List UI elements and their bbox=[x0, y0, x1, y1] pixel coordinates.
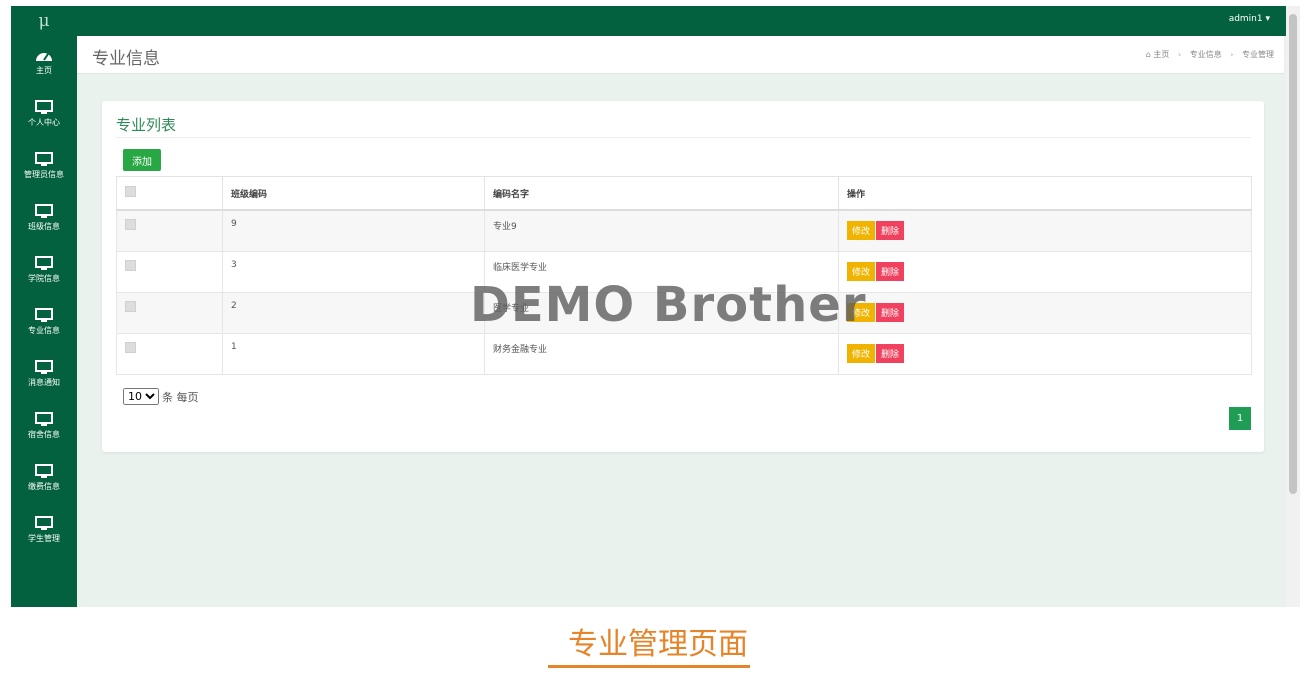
monitor-icon bbox=[35, 516, 53, 530]
column-header: 班级编码 bbox=[222, 176, 485, 211]
monitor-icon bbox=[35, 308, 53, 322]
monitor-icon bbox=[35, 152, 53, 166]
sidebar-item-notice[interactable]: 消息通知 bbox=[11, 348, 77, 400]
sidebar-item-fee[interactable]: 缴费信息 bbox=[11, 452, 77, 504]
actions-cell: 修改 删除 bbox=[838, 291, 1252, 334]
top-bar: admin1 ▾ bbox=[77, 6, 1300, 36]
sidebar-item-label: 管理员信息 bbox=[24, 170, 64, 179]
row-select-cell bbox=[116, 209, 223, 252]
monitor-icon bbox=[35, 464, 53, 478]
card-title: 专业列表 bbox=[116, 116, 177, 134]
page-size-select[interactable]: 10 bbox=[123, 388, 159, 405]
sidebar-item-label: 学院信息 bbox=[28, 274, 60, 283]
table-row: 1 财务金融专业 修改 删除 bbox=[116, 332, 1252, 375]
code-cell: 3 bbox=[222, 250, 485, 293]
sidebar-item-label: 主页 bbox=[36, 66, 52, 75]
major-table: 班级编码 编码名字 操作 9 专业9 修改 删除 3 临床医学专业 修改 删除 2 … bbox=[116, 176, 1252, 375]
home-icon: ⌂ bbox=[1145, 50, 1151, 59]
row-select-cell bbox=[116, 332, 223, 375]
delete-button[interactable]: 删除 bbox=[876, 302, 905, 322]
delete-button[interactable]: 删除 bbox=[876, 343, 905, 363]
row-select-cell bbox=[116, 250, 223, 293]
breadcrumb: ⌂ 主页 › 专业信息 › 专业管理 bbox=[1146, 49, 1274, 60]
sidebar-item-college[interactable]: 学院信息 bbox=[11, 244, 77, 296]
column-header: 操作 bbox=[838, 176, 1252, 211]
sidebar-item-label: 宿舍信息 bbox=[28, 430, 60, 439]
watermark: DEMO Brother bbox=[470, 277, 867, 333]
name-cell: 专业9 bbox=[484, 209, 839, 252]
user-menu[interactable]: admin1 ▾ bbox=[1229, 14, 1270, 24]
actions-cell: 修改 删除 bbox=[838, 332, 1252, 375]
breadcrumb-separator: › bbox=[1230, 50, 1234, 59]
sidebar-item-admin[interactable]: 管理员信息 bbox=[11, 140, 77, 192]
breadcrumb-home[interactable]: 主页 bbox=[1153, 50, 1169, 59]
sidebar-item-label: 专业信息 bbox=[28, 326, 60, 335]
code-cell: 1 bbox=[222, 332, 485, 375]
logo: μ bbox=[38, 11, 50, 31]
page-header: 专业信息 ⌂ 主页 › 专业信息 › 专业管理 bbox=[77, 36, 1284, 74]
sidebar-item-major[interactable]: 专业信息 bbox=[11, 296, 77, 348]
sidebar-item-student[interactable]: 学生管理 bbox=[11, 504, 77, 556]
sidebar-item-label: 消息通知 bbox=[28, 378, 60, 387]
delete-button[interactable]: 删除 bbox=[876, 261, 905, 281]
scrollbar[interactable] bbox=[1286, 6, 1300, 607]
row-checkbox[interactable] bbox=[125, 341, 136, 353]
sidebar-item-label: 学生管理 bbox=[28, 534, 60, 543]
breadcrumb-section[interactable]: 专业信息 bbox=[1190, 50, 1222, 59]
actions-cell: 修改 删除 bbox=[838, 250, 1252, 293]
code-cell: 2 bbox=[222, 291, 485, 334]
pagination-page-1[interactable]: 1 bbox=[1229, 407, 1251, 430]
select-all-header bbox=[116, 176, 223, 211]
breadcrumb-current: 专业管理 bbox=[1242, 50, 1274, 59]
table-row: 9 专业9 修改 删除 bbox=[116, 209, 1252, 252]
page-title: 专业信息 bbox=[92, 49, 160, 69]
divider bbox=[116, 137, 1251, 138]
column-header: 编码名字 bbox=[484, 176, 839, 211]
row-checkbox[interactable] bbox=[125, 259, 136, 271]
sidebar-item-label: 缴费信息 bbox=[28, 482, 60, 491]
name-cell: 财务金融专业 bbox=[484, 332, 839, 375]
row-checkbox[interactable] bbox=[125, 300, 136, 312]
dashboard-icon bbox=[36, 53, 52, 61]
sidebar: μ 主页 个人中心 管理员信息 班级信息 学院信息 专业信息 消息通知 宿舍信息… bbox=[11, 6, 77, 607]
caption: 专业管理页面 bbox=[548, 627, 750, 668]
monitor-icon bbox=[35, 360, 53, 374]
breadcrumb-separator: › bbox=[1177, 50, 1182, 59]
monitor-icon bbox=[35, 100, 53, 114]
delete-button[interactable]: 删除 bbox=[876, 221, 905, 240]
page-size-suffix: 条 每页 bbox=[162, 390, 199, 404]
sidebar-item-class[interactable]: 班级信息 bbox=[11, 192, 77, 244]
monitor-icon bbox=[35, 412, 53, 426]
scrollbar-thumb[interactable] bbox=[1289, 14, 1297, 494]
sidebar-item-profile[interactable]: 个人中心 bbox=[11, 88, 77, 140]
sidebar-item-home[interactable]: 主页 bbox=[11, 36, 77, 88]
table-header: 班级编码 编码名字 操作 bbox=[116, 176, 1252, 211]
edit-button[interactable]: 修改 bbox=[847, 221, 876, 240]
sidebar-item-label: 个人中心 bbox=[28, 118, 60, 127]
monitor-icon bbox=[35, 204, 53, 218]
sidebar-item-label: 班级信息 bbox=[28, 222, 60, 231]
actions-cell: 修改 删除 bbox=[838, 209, 1252, 252]
monitor-icon bbox=[35, 256, 53, 270]
row-checkbox[interactable] bbox=[125, 219, 136, 230]
code-cell: 9 bbox=[222, 209, 485, 252]
page-size-control: 10 条 每页 bbox=[123, 388, 199, 405]
select-all-checkbox[interactable] bbox=[125, 186, 136, 197]
sidebar-item-dorm[interactable]: 宿舍信息 bbox=[11, 400, 77, 452]
add-button[interactable]: 添加 bbox=[123, 149, 161, 171]
row-select-cell bbox=[116, 291, 223, 334]
edit-button[interactable]: 修改 bbox=[847, 343, 876, 363]
